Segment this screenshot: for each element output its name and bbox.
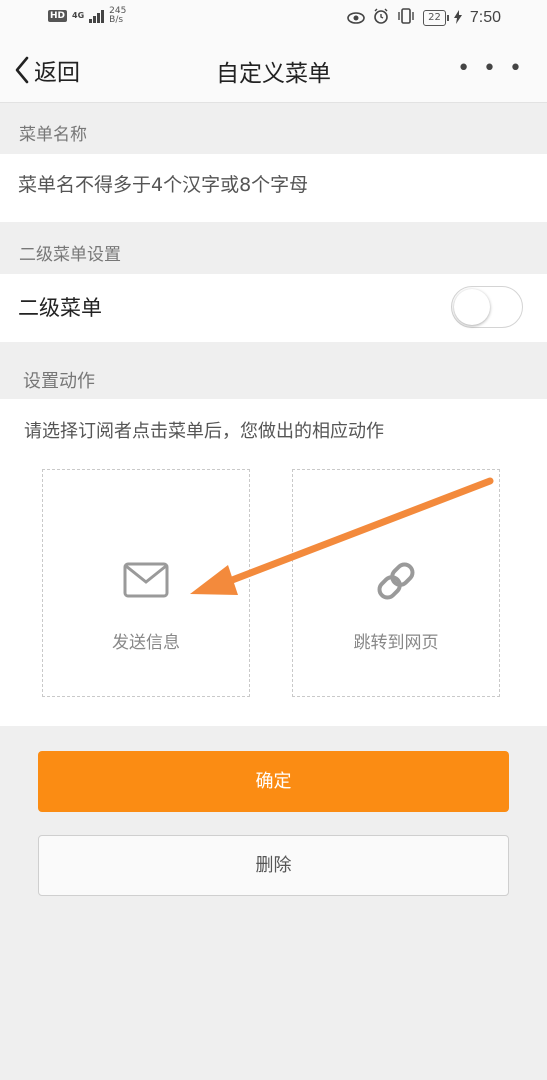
action-description: 请选择订阅者点击菜单后，您做出的相应动作 (24, 421, 384, 442)
delete-button[interactable]: 删除 (38, 835, 509, 896)
envelope-icon (123, 562, 169, 602)
status-right: 22 7:50 (347, 8, 501, 28)
charging-icon (453, 9, 462, 28)
submenu-row: 二级菜单 (0, 274, 547, 342)
action-panel: 请选择订阅者点击菜单后，您做出的相应动作 发送信息 跳转到网页 (0, 399, 547, 726)
confirm-button[interactable]: 确定 (38, 751, 509, 812)
menu-name-input[interactable] (18, 174, 518, 196)
signal-icon (89, 9, 105, 23)
hd-indicator: HD (48, 10, 68, 22)
annotation-arrow (190, 477, 494, 595)
menu-name-row (0, 154, 547, 222)
eye-icon (347, 9, 365, 28)
more-menu-button[interactable]: • • • (457, 56, 525, 81)
network-type: 4G (72, 11, 85, 20)
app-header: 返回 自定义菜单 • • • (0, 36, 547, 103)
battery-icon: 22 (423, 10, 449, 26)
status-left: HD 4G 245 B/s (48, 7, 126, 25)
clock: 7:50 (469, 9, 501, 26)
alarm-icon (373, 8, 389, 28)
menu-name-section-label: 菜单名称 (19, 125, 87, 145)
submenu-section-label: 二级菜单设置 (19, 245, 121, 265)
toggle-knob (454, 289, 490, 325)
status-bar: HD 4G 245 B/s 22 7:50 (0, 0, 547, 36)
send-message-label: 发送信息 (112, 633, 180, 653)
submenu-toggle[interactable] (451, 286, 523, 328)
action-section-label: 设置动作 (23, 371, 95, 392)
vibrate-icon (397, 8, 415, 28)
open-webpage-label: 跳转到网页 (353, 633, 439, 653)
network-speed-unit: B/s (109, 15, 124, 25)
network-speed: 245 B/s (109, 7, 126, 25)
submenu-label: 二级菜单 (18, 296, 102, 320)
